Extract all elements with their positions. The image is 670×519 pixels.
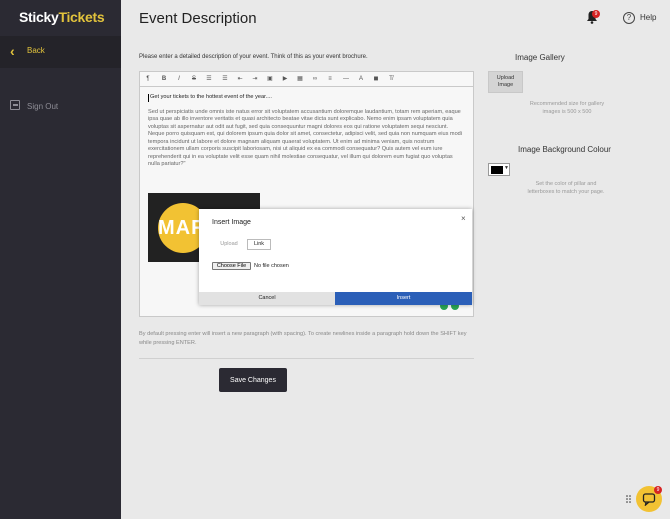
- tab-link[interactable]: Link: [247, 239, 271, 250]
- sign-out-icon: [10, 100, 20, 110]
- sign-out-link[interactable]: Sign Out: [0, 96, 121, 116]
- unordered-list-icon[interactable]: ☰: [204, 74, 214, 84]
- brand-logo[interactable]: StickyTickets: [19, 9, 105, 25]
- chat-icon: [642, 493, 656, 506]
- align-icon[interactable]: ≡: [325, 74, 335, 84]
- sign-out-label: Sign Out: [27, 102, 59, 111]
- editor-note: By default pressing enter will insert a …: [139, 331, 467, 346]
- outdent-icon[interactable]: ⇤: [235, 74, 245, 84]
- drag-handle-icon[interactable]: [626, 495, 632, 503]
- strikethrough-icon[interactable]: S: [189, 74, 199, 84]
- background-colour-title: Image Background Colour: [518, 145, 611, 154]
- bold-icon[interactable]: B: [159, 74, 169, 84]
- insert-link-icon[interactable]: ∞: [310, 74, 320, 84]
- modal-title: Insert Image: [212, 219, 251, 226]
- page-title: Event Description: [139, 10, 257, 27]
- italic-icon[interactable]: I: [174, 74, 184, 84]
- help-link[interactable]: Help: [640, 13, 656, 22]
- chat-badge: 9: [654, 486, 662, 494]
- editor-content[interactable]: Get your tickets to the hottest event of…: [148, 94, 466, 169]
- clear-format-icon[interactable]: T̸: [386, 74, 396, 84]
- insert-image-icon[interactable]: ▣: [265, 74, 275, 84]
- logo-bar: StickyTickets: [0, 0, 121, 36]
- ordered-list-icon[interactable]: ☰: [220, 74, 230, 84]
- gallery-note: Recommended size for gallery images is 5…: [529, 101, 605, 115]
- header: Event Description 9 ? Help: [121, 0, 670, 36]
- image-gallery-title: Image Gallery: [515, 53, 565, 62]
- brand-logo-sticky: Sticky: [19, 9, 59, 25]
- background-color-icon[interactable]: ◼: [371, 74, 381, 84]
- paragraph-icon[interactable]: ¶: [143, 74, 153, 84]
- insert-table-icon[interactable]: ▦: [295, 74, 305, 84]
- tab-upload[interactable]: Upload: [212, 239, 246, 250]
- background-colour-picker[interactable]: ▼: [488, 163, 510, 176]
- brand-logo-tickets: Tickets: [58, 9, 105, 25]
- save-changes-button[interactable]: Save Changes: [219, 368, 287, 392]
- horizontal-rule-icon[interactable]: —: [341, 74, 351, 84]
- back-link[interactable]: ‹ Back: [0, 36, 121, 68]
- editor-toolbar: ¶ B I S ☰ ☰ ⇤ ⇥ ▣ ▶ ▦ ∞ ≡ — A ◼ T̸: [140, 72, 473, 87]
- close-icon[interactable]: ×: [461, 214, 466, 223]
- font-color-icon[interactable]: A: [356, 74, 366, 84]
- cancel-button[interactable]: Cancel: [199, 292, 335, 305]
- background-colour-note: Set the color of pillar and letterboxes …: [527, 181, 605, 195]
- editor-first-line: Get your tickets to the hottest event of…: [148, 94, 466, 102]
- notification-badge: 9: [592, 10, 600, 18]
- back-label: Back: [27, 46, 45, 55]
- divider: [139, 358, 474, 359]
- caret-down-icon: ▼: [504, 165, 509, 171]
- insert-video-icon[interactable]: ▶: [280, 74, 290, 84]
- indent-icon[interactable]: ⇥: [250, 74, 260, 84]
- insert-button[interactable]: Insert: [335, 292, 472, 305]
- file-status: No file chosen: [254, 263, 289, 269]
- chevron-left-icon: ‹: [10, 43, 15, 59]
- sidebar: StickyTickets ‹ Back Sign Out: [0, 0, 121, 519]
- colour-swatch: [491, 166, 503, 174]
- choose-file-button[interactable]: Choose File: [212, 262, 251, 270]
- intro-text: Please enter a detailed description of y…: [139, 54, 368, 60]
- upload-image-button[interactable]: Upload Image: [488, 71, 523, 93]
- help-icon[interactable]: ?: [623, 12, 635, 24]
- editor-paragraph: Sed ut perspiciatis unde omnis iste natu…: [148, 108, 463, 168]
- insert-image-modal: Insert Image × Upload Link Choose File N…: [199, 209, 472, 305]
